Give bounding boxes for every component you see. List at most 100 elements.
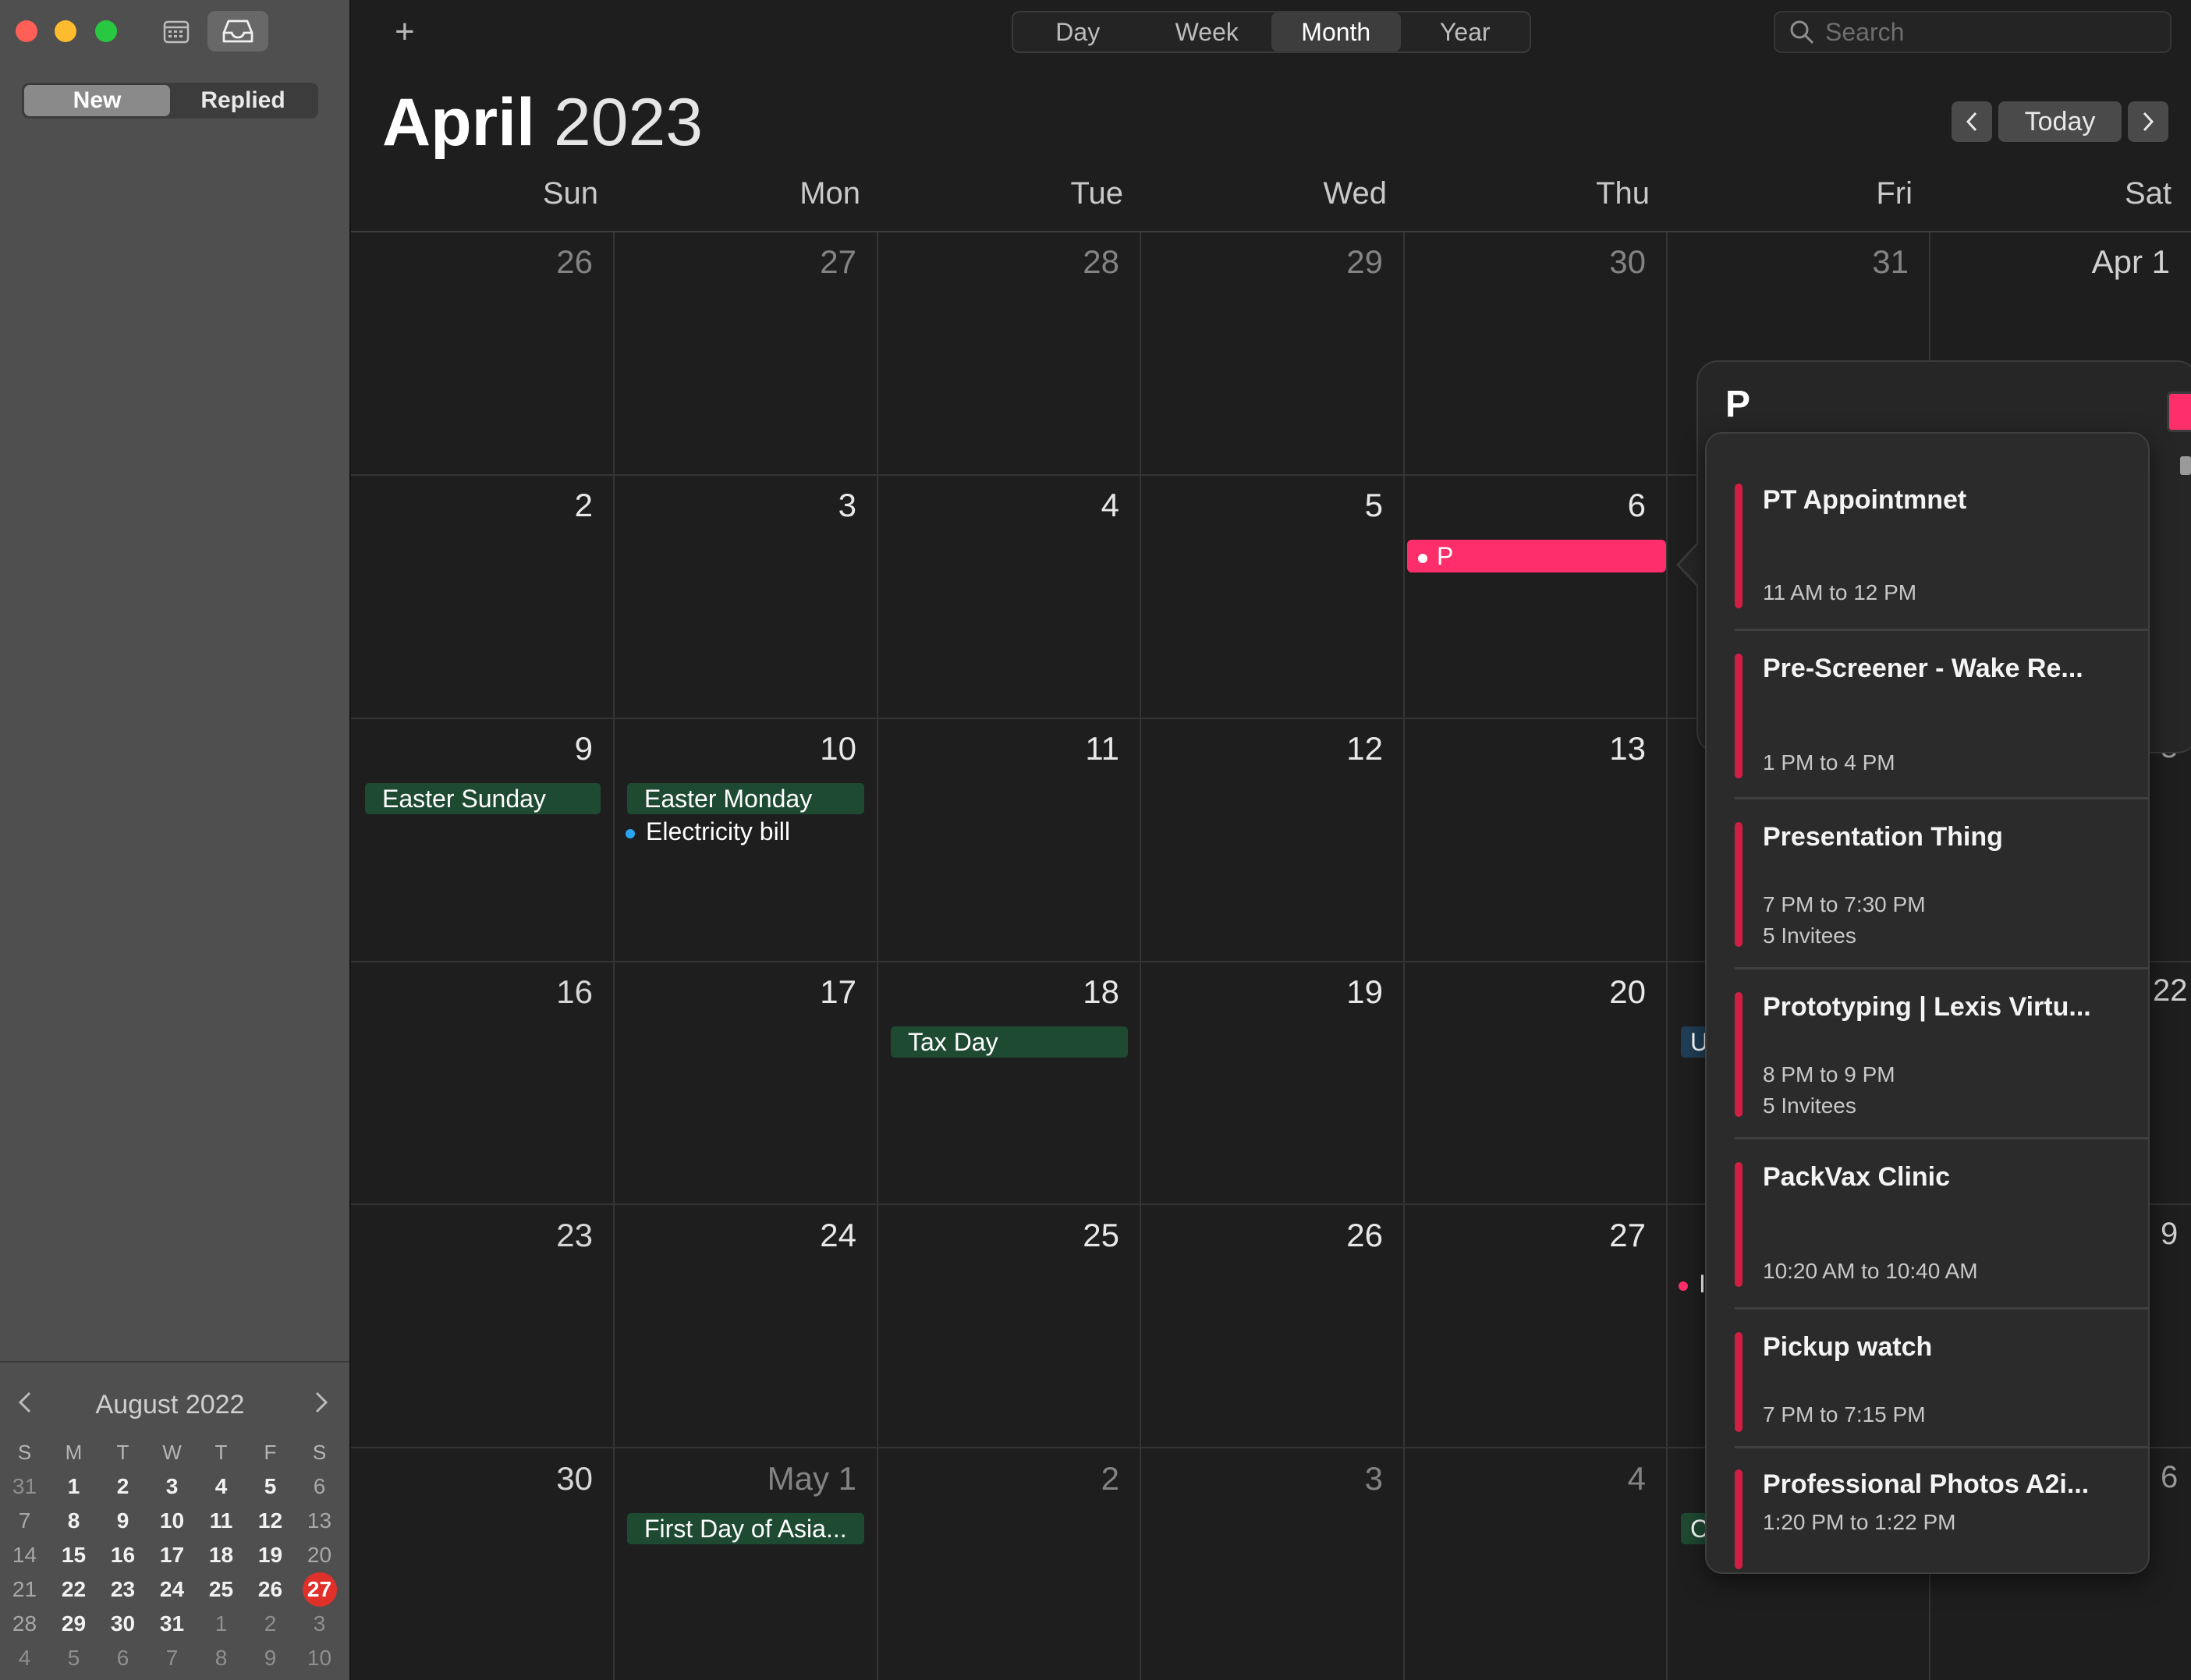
suggestion-item[interactable]: Presentation Thing 7 PM to 7:30 PM 5 Inv… — [1735, 822, 2148, 953]
mini-day[interactable]: 18 — [197, 1538, 246, 1572]
mini-day[interactable]: 5 — [49, 1641, 98, 1675]
day-cell[interactable]: 18 — [963, 973, 1119, 1011]
mini-day[interactable]: 2 — [98, 1469, 147, 1504]
day-cell[interactable]: 12 — [1227, 730, 1383, 767]
day-cell[interactable]: 27 — [1490, 1217, 1646, 1254]
holiday-event[interactable]: Easter Monday — [627, 783, 864, 814]
mini-day[interactable]: 15 — [49, 1538, 98, 1572]
day-cell[interactable]: 27 — [700, 243, 856, 281]
new-tab[interactable]: New — [24, 85, 170, 116]
search-field[interactable] — [1774, 11, 2172, 53]
mini-day[interactable]: 2 — [246, 1607, 295, 1641]
day-cell[interactable]: 23 — [437, 1217, 593, 1254]
mini-day[interactable]: 19 — [246, 1538, 295, 1572]
holiday-event[interactable]: First Day of Asia... — [627, 1513, 864, 1544]
day-cell[interactable]: 10 — [700, 730, 856, 767]
mini-day[interactable]: 10 — [295, 1641, 344, 1675]
day-cell[interactable]: 5 — [1227, 487, 1383, 524]
holiday-event[interactable]: Tax Day — [891, 1026, 1128, 1058]
mini-day[interactable]: 6 — [295, 1469, 344, 1504]
mini-day[interactable]: 4 — [197, 1469, 246, 1504]
mini-day[interactable]: 5 — [246, 1469, 295, 1504]
mini-day[interactable]: 26 — [246, 1572, 295, 1607]
mini-day[interactable]: 22 — [49, 1572, 98, 1607]
day-cell[interactable]: 31 — [1753, 243, 1909, 281]
popover-control-partial[interactable] — [2180, 456, 2191, 475]
day-view-tab[interactable]: Day — [1013, 12, 1143, 51]
previous-month-button[interactable] — [1952, 101, 1992, 142]
mini-day[interactable]: 30 — [98, 1607, 147, 1641]
search-input[interactable] — [1824, 16, 2170, 48]
day-cell-partial[interactable]: 6 — [2161, 1460, 2178, 1495]
day-cell[interactable]: 29 — [1227, 243, 1383, 281]
new-event-chip[interactable]: P — [1407, 540, 1666, 572]
mini-day[interactable]: 3 — [295, 1607, 344, 1641]
day-cell[interactable]: 20 — [1490, 973, 1646, 1011]
day-cell[interactable]: 19 — [1227, 973, 1383, 1011]
day-cell[interactable]: 17 — [700, 973, 856, 1011]
mini-day-today[interactable]: 27 — [295, 1572, 344, 1607]
suggestion-item[interactable]: PackVax Clinic 10:20 AM to 10:40 AM — [1735, 1162, 2148, 1293]
minimize-window-button[interactable] — [55, 20, 76, 42]
mini-day[interactable]: 7 — [0, 1504, 49, 1538]
day-cell-partial[interactable]: 22 — [2153, 973, 2188, 1008]
day-cell[interactable]: May 1 — [700, 1460, 856, 1497]
suggestion-item[interactable]: PT Appointmnet 11 AM to 12 PM — [1735, 484, 2148, 615]
mini-day[interactable]: 17 — [147, 1538, 197, 1572]
day-cell[interactable]: 2 — [437, 487, 593, 524]
calendar-color-picker[interactable] — [2167, 392, 2191, 432]
holiday-event[interactable]: Easter Sunday — [365, 783, 601, 814]
mini-day[interactable]: 8 — [49, 1504, 98, 1538]
mini-day[interactable]: 16 — [98, 1538, 147, 1572]
day-cell[interactable]: 3 — [1227, 1460, 1383, 1497]
mini-day[interactable]: 24 — [147, 1572, 197, 1607]
suggestion-item[interactable]: Pre-Screener - Wake Re... 1 PM to 4 PM — [1735, 654, 2148, 785]
mini-day[interactable]: 14 — [0, 1538, 49, 1572]
calendar-list-button[interactable] — [154, 14, 198, 48]
mini-day[interactable]: 13 — [295, 1504, 344, 1538]
week-view-tab[interactable]: Week — [1143, 12, 1272, 51]
mini-day[interactable]: 23 — [98, 1572, 147, 1607]
month-view-tab[interactable]: Month — [1271, 12, 1401, 51]
day-cell[interactable]: 13 — [1490, 730, 1646, 767]
mini-day[interactable]: 3 — [147, 1469, 197, 1504]
mini-day[interactable]: 7 — [147, 1641, 197, 1675]
day-cell[interactable]: 30 — [437, 1460, 593, 1497]
event-title-input[interactable] — [1724, 382, 1961, 427]
day-cell[interactable]: 26 — [437, 243, 593, 281]
mini-next-month-button[interactable] — [312, 1388, 331, 1424]
today-button[interactable]: Today — [1998, 101, 2122, 142]
suggestion-item[interactable]: Pickup watch 7 PM to 7:15 PM — [1735, 1332, 2148, 1437]
suggestion-item[interactable]: Prototyping | Lexis Virtu... 8 PM to 9 P… — [1735, 992, 2148, 1123]
mini-day[interactable]: 1 — [49, 1469, 98, 1504]
mini-day[interactable]: 10 — [147, 1504, 197, 1538]
mini-day[interactable]: 4 — [0, 1641, 49, 1675]
day-cell[interactable]: 25 — [963, 1217, 1119, 1254]
zoom-window-button[interactable] — [95, 20, 117, 42]
mini-day[interactable]: 12 — [246, 1504, 295, 1538]
mini-day[interactable]: 9 — [98, 1504, 147, 1538]
mini-day[interactable]: 11 — [197, 1504, 246, 1538]
replied-tab[interactable]: Replied — [170, 85, 316, 116]
mini-day[interactable]: 8 — [197, 1641, 246, 1675]
mini-prev-month-button[interactable] — [16, 1388, 34, 1424]
day-cell[interactable]: 9 — [437, 730, 593, 767]
add-event-button[interactable]: + — [395, 12, 415, 51]
day-cell[interactable]: 16 — [437, 973, 593, 1011]
day-cell[interactable]: 28 — [963, 243, 1119, 281]
day-cell[interactable]: 30 — [1490, 243, 1646, 281]
next-month-button[interactable] — [2128, 101, 2168, 142]
mini-day[interactable]: 28 — [0, 1607, 49, 1641]
day-cell[interactable]: 26 — [1227, 1217, 1383, 1254]
mini-day[interactable]: 6 — [98, 1641, 147, 1675]
year-view-tab[interactable]: Year — [1401, 12, 1530, 51]
day-cell-partial[interactable]: 9 — [2161, 1217, 2178, 1252]
mini-day[interactable]: 29 — [49, 1607, 98, 1641]
suggestion-item[interactable]: Professional Photos A2i... 1:20 PM to 1:… — [1735, 1469, 2148, 1572]
day-cell[interactable]: 2 — [963, 1460, 1119, 1497]
mini-day[interactable]: 9 — [246, 1641, 295, 1675]
mini-day[interactable]: 1 — [197, 1607, 246, 1641]
mini-day[interactable]: 21 — [0, 1572, 49, 1607]
day-cell[interactable]: 6 — [1490, 487, 1646, 524]
day-cell[interactable]: 3 — [700, 487, 856, 524]
